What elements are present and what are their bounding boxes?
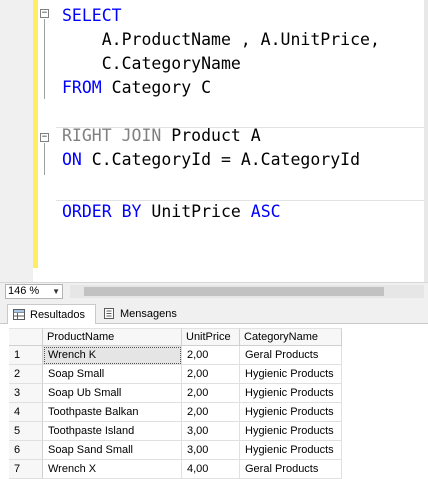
cell-productname[interactable]: Toothpaste Island [43, 422, 182, 441]
cell-unitprice[interactable]: 2,00 [182, 346, 240, 365]
cell-categoryname[interactable]: Hygienic Products [240, 422, 342, 441]
cell-unitprice[interactable]: 2,00 [182, 384, 240, 403]
cell-categoryname[interactable]: Hygienic Products [240, 365, 342, 384]
tab-messages[interactable]: Mensagens [98, 304, 182, 324]
row-number[interactable]: 6 [9, 441, 43, 460]
zoom-bar: 146 % ▼ [0, 282, 428, 300]
cell-unitprice[interactable]: 2,00 [182, 403, 240, 422]
sql-text: Product A [161, 126, 261, 145]
cell-productname[interactable]: Soap Ub Small [43, 384, 182, 403]
cell-categoryname[interactable]: Geral Products [240, 460, 342, 479]
cell-productname[interactable]: Soap Small [43, 365, 182, 384]
horizontal-scrollbar[interactable] [70, 285, 424, 298]
sql-keyword: RIGHT JOIN [62, 126, 162, 145]
collapse-join-icon[interactable]: − [40, 133, 49, 142]
cell-categoryname[interactable]: Hygienic Products [240, 384, 342, 403]
cell-productname[interactable]: Wrench K [43, 346, 182, 365]
tab-results-label: Resultados [30, 309, 86, 321]
sql-keyword: ASC [250, 202, 281, 221]
cell-unitprice[interactable]: 4,00 [182, 460, 240, 479]
row-number[interactable]: 5 [9, 422, 43, 441]
row-number[interactable]: 2 [9, 365, 43, 384]
column-header-productname[interactable]: ProductName [43, 328, 182, 346]
tab-results[interactable]: Resultados [7, 304, 96, 325]
code-line[interactable]: ORDER BY UnitPrice ASC [62, 200, 281, 224]
code-line[interactable]: FROM Category C [62, 76, 211, 100]
sql-text: C.CategoryId = A.CategoryId [81, 150, 361, 169]
sql-text: UnitPrice [141, 202, 251, 221]
cell-categoryname[interactable]: Hygienic Products [240, 441, 342, 460]
sql-editor[interactable]: − − SELECT A.ProductName , A.UnitPrice, … [0, 0, 428, 282]
cell-unitprice[interactable]: 3,00 [182, 422, 240, 441]
code-line[interactable]: C.CategoryName [62, 52, 241, 76]
sql-keyword: ON [62, 150, 82, 169]
code-line[interactable]: ON C.CategoryId = A.CategoryId [62, 148, 360, 172]
collapse-select-icon[interactable]: − [40, 9, 49, 18]
messages-icon [104, 308, 114, 319]
results-tabbar: Resultados Mensagens [0, 300, 428, 325]
scrollbar-thumb[interactable] [84, 287, 384, 296]
row-number[interactable]: 3 [9, 384, 43, 403]
grid-icon [13, 309, 25, 320]
cell-categoryname[interactable]: Hygienic Products [240, 403, 342, 422]
row-number[interactable]: 4 [9, 403, 43, 422]
tab-messages-label: Mensagens [120, 308, 177, 320]
change-tracking-bar [33, 0, 38, 268]
sql-text: A.ProductName , A.UnitPrice, [62, 30, 380, 49]
cell-categoryname[interactable]: Geral Products [240, 346, 342, 365]
sql-keyword: ORDER BY [62, 202, 142, 221]
cell-productname[interactable]: Soap Sand Small [43, 441, 182, 460]
cell-unitprice[interactable]: 2,00 [182, 365, 240, 384]
line-gutter [0, 0, 33, 282]
zoom-select[interactable]: 146 % ▼ [5, 284, 63, 299]
sql-text: Category C [101, 78, 212, 97]
cell-productname[interactable]: Toothpaste Balkan [43, 403, 182, 422]
results-grid[interactable]: ProductName UnitPrice CategoryName 1 Wren… [0, 324, 428, 479]
code-line[interactable]: RIGHT JOIN Product A [62, 124, 261, 148]
zoom-value: 146 % [8, 285, 40, 297]
sql-keyword: FROM [62, 78, 102, 97]
row-number[interactable]: 7 [9, 460, 43, 479]
code-line[interactable]: A.ProductName , A.UnitPrice, [62, 28, 380, 52]
column-header-unitprice[interactable]: UnitPrice [182, 328, 240, 346]
outline-line [44, 143, 45, 175]
outline-line [44, 19, 45, 99]
chevron-down-icon[interactable]: ▼ [52, 285, 60, 298]
editor-scrollbar[interactable] [424, 0, 428, 282]
cell-unitprice[interactable]: 3,00 [182, 441, 240, 460]
code-line[interactable]: SELECT [62, 4, 122, 28]
sql-keyword: SELECT [62, 6, 122, 25]
row-number-header [9, 328, 43, 346]
sql-text: C.CategoryName [62, 54, 241, 73]
row-number[interactable]: 1 [9, 346, 43, 365]
column-header-categoryname[interactable]: CategoryName [240, 328, 342, 346]
cell-productname[interactable]: Wrench X [43, 460, 182, 479]
